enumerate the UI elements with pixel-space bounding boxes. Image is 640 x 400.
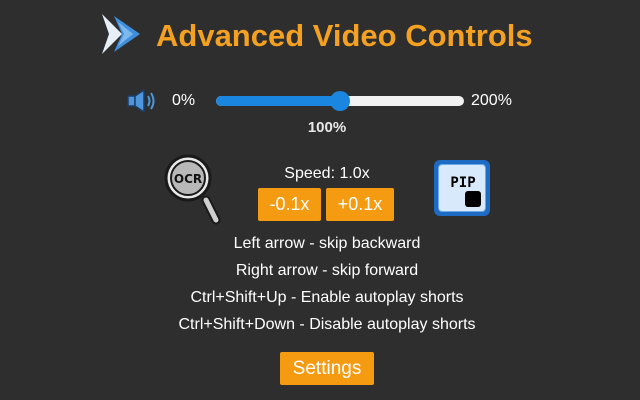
pip-window-icon — [465, 191, 481, 207]
settings-button[interactable]: Settings — [280, 352, 374, 385]
speed-label: Speed: 1.0x — [284, 165, 370, 182]
volume-max-label: 200% — [471, 92, 512, 109]
volume-slider-fill — [216, 96, 340, 106]
shortcut-item: Ctrl+Shift+Down - Disable autoplay short… — [178, 316, 476, 333]
shortcut-item: Right arrow - skip forward — [235, 262, 419, 279]
volume-current-value: 100% — [307, 119, 347, 136]
pip-button[interactable]: PIP — [434, 160, 490, 216]
speaker-icon[interactable] — [126, 88, 160, 114]
shortcut-list: Left arrow - skip backward Right arrow -… — [0, 233, 640, 341]
double-chevron-logo-icon — [102, 14, 140, 54]
shortcut-item: Left arrow - skip backward — [233, 235, 421, 252]
volume-slider[interactable] — [216, 91, 464, 111]
app-title: Advanced Video Controls — [156, 18, 533, 53]
pip-icon: PIP — [438, 164, 486, 212]
speed-increase-button[interactable]: +0.1x — [326, 188, 394, 221]
header: Advanced Video Controls — [0, 10, 640, 60]
shortcut-item: Ctrl+Shift+Up - Enable autoplay shorts — [190, 289, 464, 306]
pip-label: PIP — [450, 175, 476, 191]
speed-decrease-button[interactable]: -0.1x — [258, 188, 321, 221]
volume-min-label: 0% — [172, 92, 196, 109]
volume-slider-thumb[interactable] — [330, 91, 350, 111]
